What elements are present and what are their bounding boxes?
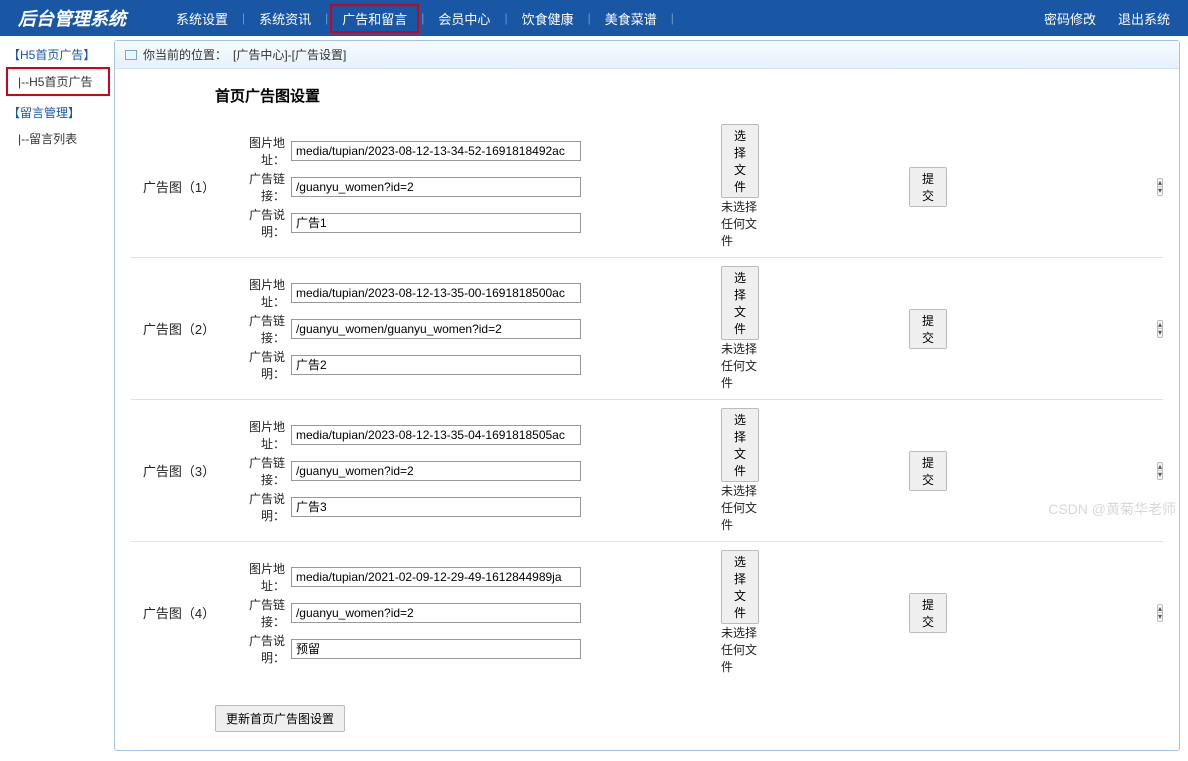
choose-file-button[interactable]: 选择文件 <box>721 266 759 340</box>
breadcrumb-prefix: 你当前的位置： <box>143 46 227 63</box>
image-address-input[interactable] <box>291 567 581 587</box>
brand-title: 后台管理系统 <box>0 5 144 31</box>
submit-button[interactable]: 提交 <box>909 451 947 491</box>
ad-row-3: 广告图（3）图片地址：广告链接：广告说明： 选择文件 未选择任何文件 提交 ▴▾ <box>131 400 1163 542</box>
field-label-desc: 广告说明： <box>227 206 285 240</box>
top-nav: 系统设置| 系统资讯| 广告和留言| 会员中心| 饮食健康| 美食菜谱| <box>144 4 1044 33</box>
order-spinner[interactable]: ▴▾ <box>1157 320 1163 338</box>
order-spinner[interactable]: ▴▾ <box>1157 462 1163 480</box>
field-label-desc: 广告说明： <box>227 348 285 382</box>
ad-link-input[interactable] <box>291 319 581 339</box>
submit-button[interactable]: 提交 <box>909 309 947 349</box>
choose-file-button[interactable]: 选择文件 <box>721 124 759 198</box>
breadcrumb-path: [广告中心]-[广告设置] <box>233 46 346 63</box>
ad-link-input[interactable] <box>291 603 581 623</box>
ad-link-input[interactable] <box>291 177 581 197</box>
top-right: 密码修改 退出系统 <box>1044 9 1188 28</box>
image-address-input[interactable] <box>291 141 581 161</box>
spinner-down-icon[interactable]: ▾ <box>1158 471 1162 479</box>
field-label-desc: 广告说明： <box>227 632 285 666</box>
ad-row-4: 广告图（4）图片地址：广告链接：广告说明： 选择文件 未选择任何文件 提交 ▴▾ <box>131 542 1163 683</box>
ad-desc-input[interactable] <box>291 213 581 233</box>
main-panel: 你当前的位置： [广告中心]-[广告设置] 首页广告图设置 广告图（1）图片地址… <box>114 40 1180 751</box>
submit-button[interactable]: 提交 <box>909 593 947 633</box>
page-title: 首页广告图设置 <box>131 81 1163 116</box>
field-label-desc: 广告说明： <box>227 490 285 524</box>
file-empty-text: 未选择任何文件 <box>721 484 757 532</box>
sidebar: 【H5首页广告】 |--H5首页广告 【留言管理】 |--留言列表 <box>0 36 110 761</box>
nav-ads-messages[interactable]: 广告和留言 <box>330 4 419 33</box>
ad-label: 广告图（1） <box>131 177 227 196</box>
ad-desc-input[interactable] <box>291 355 581 375</box>
sidebar-group-messages: 【留言管理】 <box>6 100 110 125</box>
top-bar: 后台管理系统 系统设置| 系统资讯| 广告和留言| 会员中心| 饮食健康| 美食… <box>0 0 1188 36</box>
field-label-link: 广告链接： <box>227 312 285 346</box>
file-empty-text: 未选择任何文件 <box>721 342 757 390</box>
file-empty-text: 未选择任何文件 <box>721 626 757 674</box>
watermark: CSDN @黄菊华老师 <box>1048 499 1176 519</box>
ad-link-input[interactable] <box>291 461 581 481</box>
ad-desc-input[interactable] <box>291 639 581 659</box>
nav-member-center[interactable]: 会员中心 <box>426 9 502 28</box>
choose-file-button[interactable]: 选择文件 <box>721 550 759 624</box>
breadcrumb: 你当前的位置： [广告中心]-[广告设置] <box>115 41 1179 69</box>
order-spinner[interactable]: ▴▾ <box>1157 604 1163 622</box>
image-address-input[interactable] <box>291 425 581 445</box>
ad-label: 广告图（3） <box>131 461 227 480</box>
field-label-link: 广告链接： <box>227 596 285 630</box>
sidebar-item-h5-ads[interactable]: |--H5首页广告 <box>6 67 110 96</box>
field-label-link: 广告链接： <box>227 454 285 488</box>
order-spinner[interactable]: ▴▾ <box>1157 178 1163 196</box>
field-label-image: 图片地址： <box>227 418 285 452</box>
field-label-image: 图片地址： <box>227 134 285 168</box>
logout-link[interactable]: 退出系统 <box>1118 9 1170 28</box>
field-label-image: 图片地址： <box>227 276 285 310</box>
ad-row-2: 广告图（2）图片地址：广告链接：广告说明： 选择文件 未选择任何文件 提交 ▴▾ <box>131 258 1163 400</box>
file-empty-text: 未选择任何文件 <box>721 200 757 248</box>
spinner-down-icon[interactable]: ▾ <box>1158 329 1162 337</box>
image-address-input[interactable] <box>291 283 581 303</box>
choose-file-button[interactable]: 选择文件 <box>721 408 759 482</box>
field-label-link: 广告链接： <box>227 170 285 204</box>
nav-food-recipe[interactable]: 美食菜谱 <box>593 9 669 28</box>
nav-system-settings[interactable]: 系统设置 <box>164 9 240 28</box>
ad-label: 广告图（2） <box>131 319 227 338</box>
ad-label: 广告图（4） <box>131 603 227 622</box>
spinner-up-icon[interactable]: ▴ <box>1158 605 1162 613</box>
update-settings-button[interactable]: 更新首页广告图设置 <box>215 705 345 732</box>
submit-button[interactable]: 提交 <box>909 167 947 207</box>
ad-row-1: 广告图（1）图片地址：广告链接：广告说明： 选择文件 未选择任何文件 提交 ▴▾ <box>131 116 1163 258</box>
spinner-down-icon[interactable]: ▾ <box>1158 613 1162 621</box>
sidebar-group-ads: 【H5首页广告】 <box>6 42 110 67</box>
ad-desc-input[interactable] <box>291 497 581 517</box>
spinner-down-icon[interactable]: ▾ <box>1158 187 1162 195</box>
nav-system-news[interactable]: 系统资讯 <box>247 9 323 28</box>
field-label-image: 图片地址： <box>227 560 285 594</box>
page-icon <box>125 50 137 60</box>
change-password-link[interactable]: 密码修改 <box>1044 9 1096 28</box>
nav-diet-health[interactable]: 饮食健康 <box>510 9 586 28</box>
sidebar-item-message-list[interactable]: |--留言列表 <box>6 125 110 152</box>
